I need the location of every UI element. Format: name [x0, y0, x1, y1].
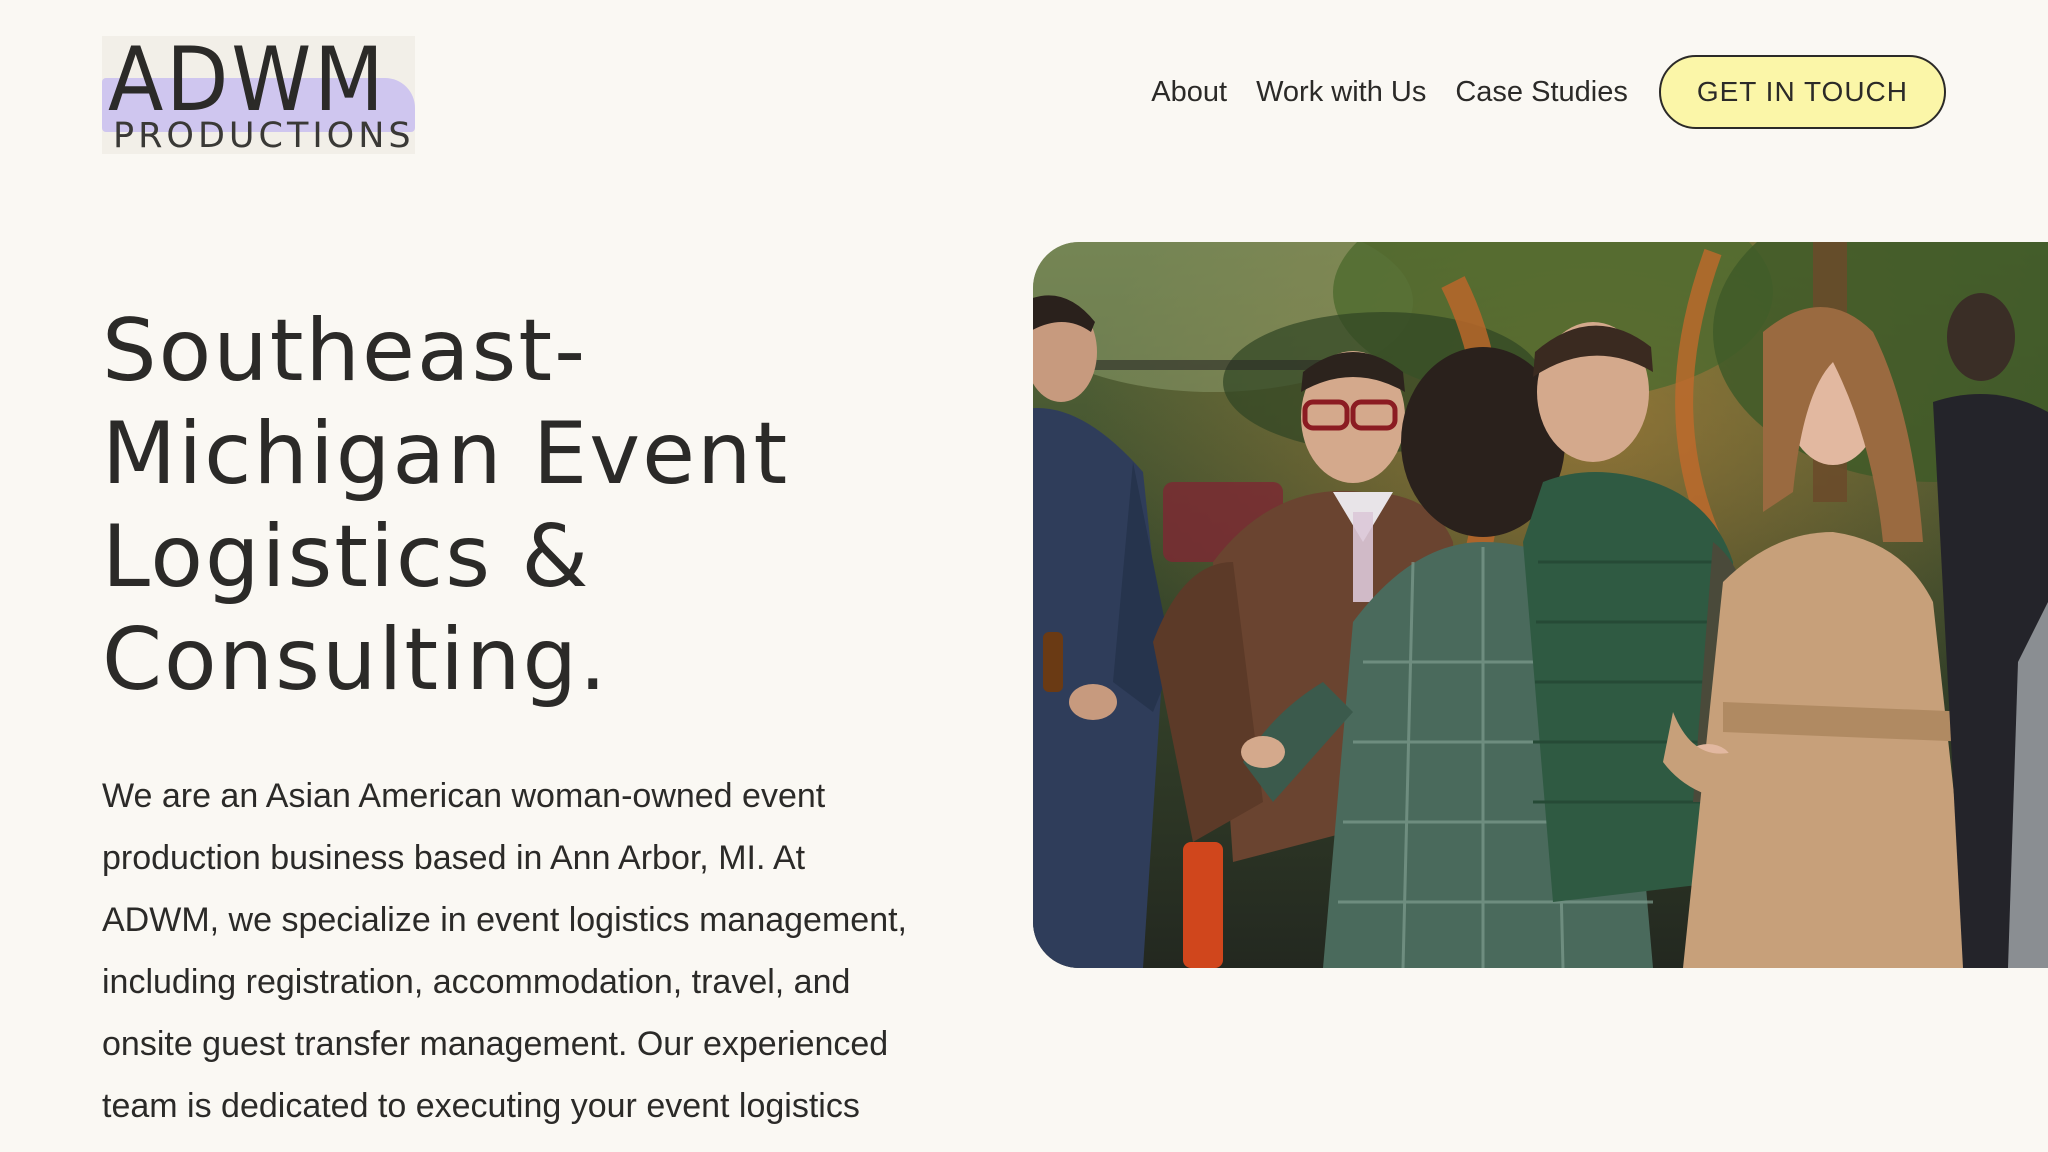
- hero-description-line: We are an Asian American woman-owned eve…: [102, 777, 826, 815]
- hero-description-line: team is dedicated to executing your even…: [102, 1087, 860, 1125]
- hero-photo-illustration: [1033, 242, 2048, 968]
- hero-heading-line: Logistics &: [102, 507, 591, 607]
- hero-description-line: production business based in Ann Arbor, …: [102, 839, 806, 877]
- nav-link-work-with-us[interactable]: Work with Us: [1256, 76, 1426, 109]
- hero-heading-line: Southeast-: [102, 301, 588, 401]
- get-in-touch-button[interactable]: GET IN TOUCH: [1658, 55, 1946, 129]
- logo-tagline: PRODUCTIONS: [113, 116, 415, 156]
- hero-description-line: onsite guest transfer management. Our ex…: [102, 1025, 889, 1063]
- nav-link-case-studies[interactable]: Case Studies: [1455, 76, 1628, 109]
- logo-wordmark: ADWM: [108, 28, 387, 131]
- nav-link-about[interactable]: About: [1151, 76, 1227, 109]
- hero-heading: Southeast- Michigan Event Logistics & Co…: [102, 300, 802, 712]
- hero-photo-networking-event: [1033, 242, 2048, 968]
- brand-logo[interactable]: ADWM PRODUCTIONS: [102, 28, 415, 156]
- hero-description-line: ADWM, we specialize in event logistics m…: [102, 901, 907, 939]
- hero-description: We are an Asian American woman-owned eve…: [102, 765, 942, 1137]
- hero-heading-line: Consulting.: [102, 610, 609, 710]
- main-nav: About Work with Us Case Studies GET IN T…: [1151, 54, 1946, 130]
- hero-description-line: including registration, accommodation, t…: [102, 963, 851, 1001]
- hero-heading-line: Michigan Event: [102, 404, 790, 504]
